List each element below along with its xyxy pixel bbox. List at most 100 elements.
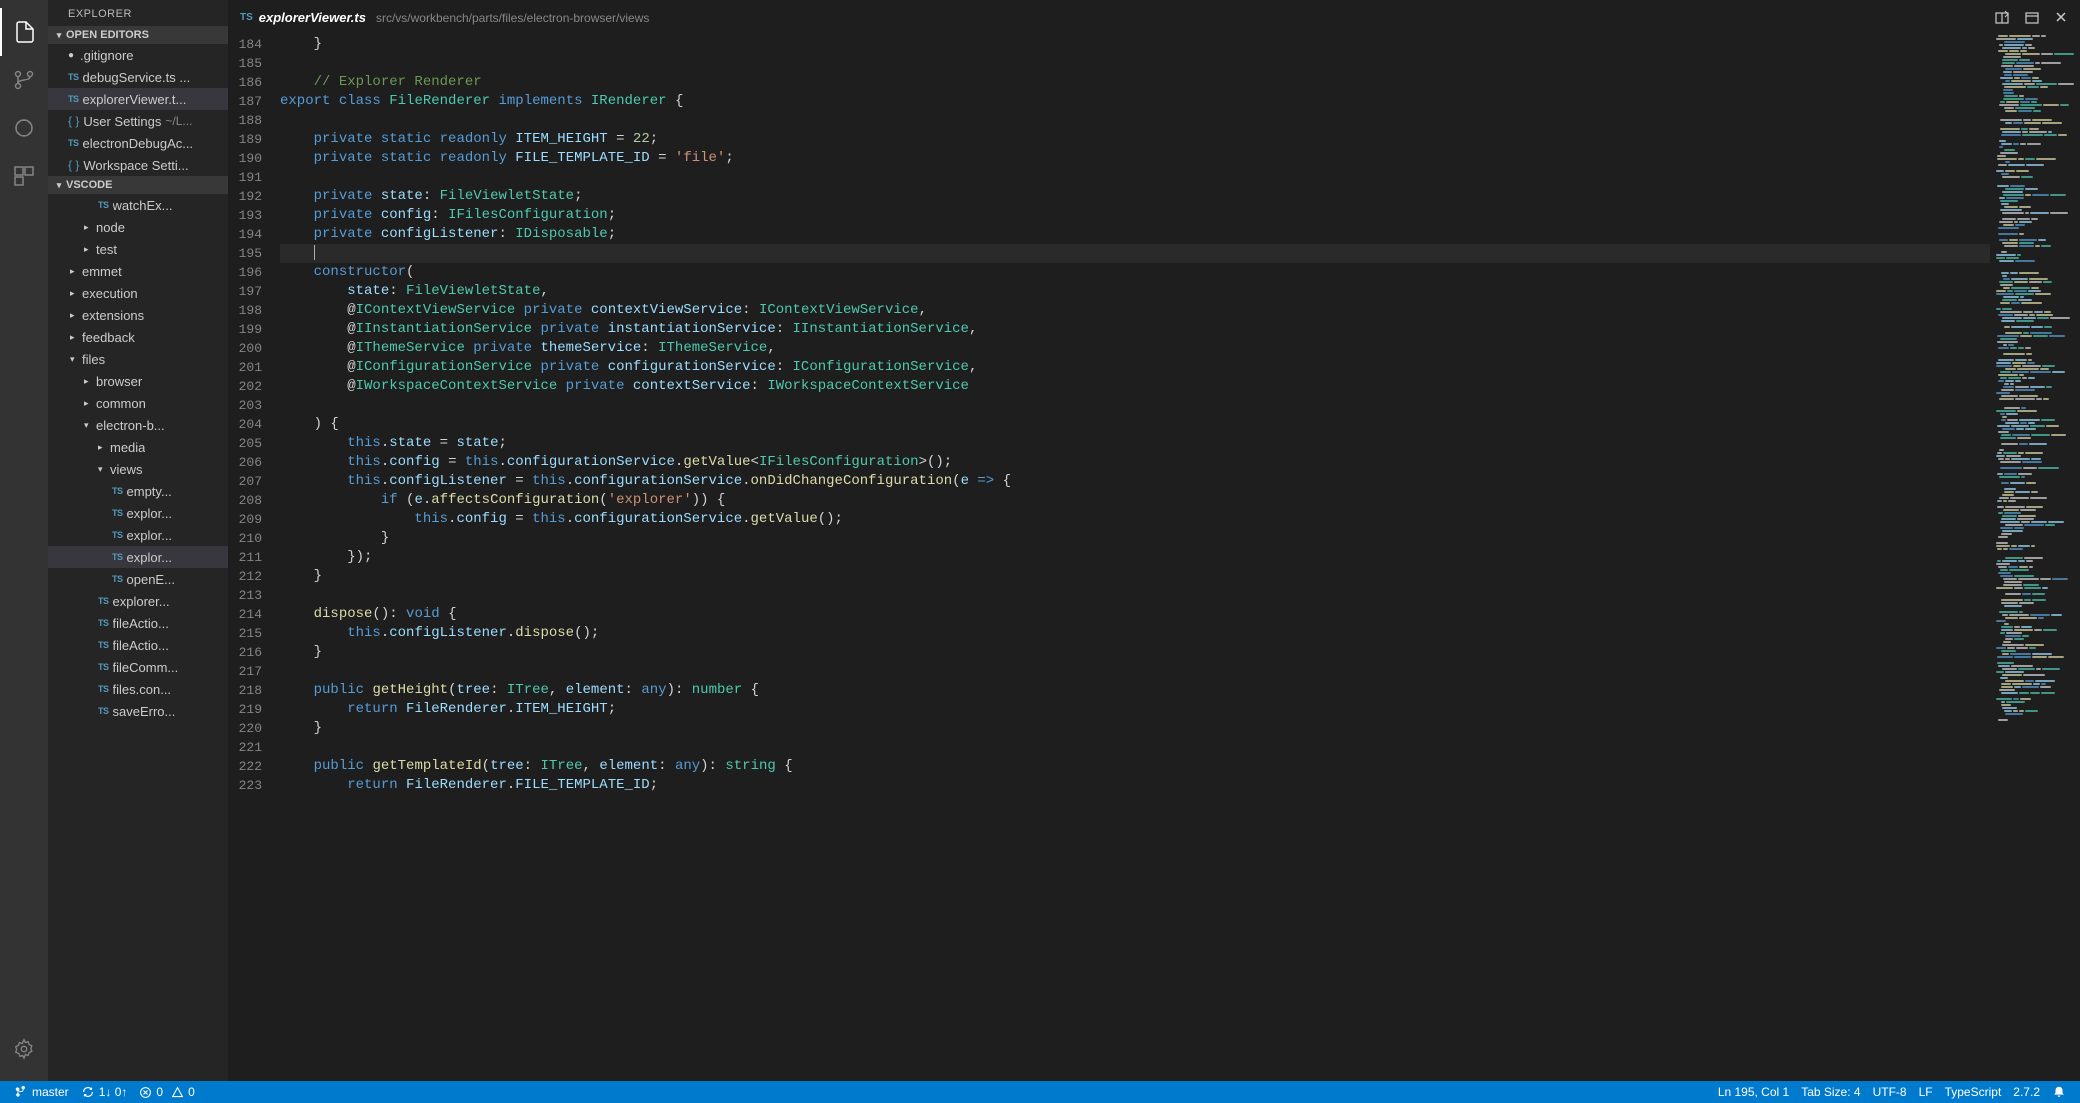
open-editor-item[interactable]: { }User Settings~/L... [48, 110, 228, 132]
status-sync[interactable]: 1↓ 0↑ [75, 1081, 134, 1103]
folder-item[interactable]: ▸emmet [48, 260, 228, 282]
tree-item-label: common [96, 396, 146, 411]
file-item[interactable]: TSwatchEx... [48, 194, 228, 216]
ts-icon: TS [112, 574, 123, 584]
file-item[interactable]: TS fileComm... [48, 656, 228, 678]
tree-item-label: explor... [127, 506, 173, 521]
status-line-col[interactable]: Ln 195, Col 1 [1712, 1085, 1795, 1099]
chevron-icon: ▸ [84, 244, 96, 255]
editor-tab-bar: TS explorerViewer.ts src/vs/workbench/pa… [228, 0, 2080, 35]
file-item[interactable]: TSexplor... [48, 502, 228, 524]
folder-item[interactable]: ▸test [48, 238, 228, 260]
tree-item-label: browser [96, 374, 142, 389]
file-item[interactable]: TS empty... [48, 480, 228, 502]
status-tab-size[interactable]: Tab Size: 4 [1795, 1085, 1866, 1099]
file-item[interactable]: TSexplor... [48, 546, 228, 568]
split-editor-icon[interactable] [1994, 10, 2010, 26]
activity-settings[interactable] [0, 1025, 48, 1073]
file-item[interactable]: TSsaveErro... [48, 700, 228, 722]
open-editor-item[interactable]: ●.gitignore [48, 44, 228, 66]
file-item[interactable]: TSexplor... [48, 524, 228, 546]
ts-icon: TS [98, 200, 109, 210]
activity-debug[interactable] [0, 104, 48, 152]
section-open-editors[interactable]: ▾ OPEN EDITORS [48, 26, 228, 44]
explorer-sidebar: EXPLORER ▾ OPEN EDITORS ●.gitignoreTSdeb… [48, 0, 228, 1081]
activity-explorer[interactable] [0, 8, 48, 56]
folder-item[interactable]: ▾files [48, 348, 228, 370]
tree-item-label: saveErro... [113, 704, 176, 719]
open-editor-item[interactable]: TSelectronDebugAc... [48, 132, 228, 154]
status-bar: master 1↓ 0↑ 0 0 Ln 195, Col 1 Tab Size:… [0, 1081, 2080, 1103]
extensions-icon [12, 164, 36, 188]
chevron-icon: ▸ [70, 332, 82, 343]
minimap[interactable] [1990, 35, 2080, 1081]
status-feedback[interactable] [2046, 1085, 2072, 1099]
tab-title[interactable]: explorerViewer.ts [259, 10, 366, 25]
status-errors[interactable]: 0 0 [133, 1081, 200, 1103]
file-item[interactable]: TSfileActio... [48, 634, 228, 656]
section-workspace[interactable]: ▾ VSCODE [48, 176, 228, 194]
layout-icon[interactable] [2024, 10, 2040, 26]
files-icon [13, 20, 37, 44]
file-tree: TSwatchEx...▸node▸test▸emmet▸execution▸e… [48, 194, 228, 1081]
code-content[interactable]: } // Explorer Rendererexport class FileR… [280, 35, 1990, 1081]
chevron-icon: ▸ [84, 376, 96, 387]
open-editor-item[interactable]: { }Workspace Setti... [48, 154, 228, 176]
tree-item-label: fileActio... [113, 616, 169, 631]
file-item[interactable]: TS fileActio... [48, 612, 228, 634]
ts-icon: TS [98, 596, 109, 606]
bell-icon [2052, 1085, 2066, 1099]
tree-item-label: files [82, 352, 105, 367]
ts-icon: TS [68, 72, 79, 82]
gear-icon [13, 1038, 35, 1060]
tree-item-label: media [110, 440, 145, 455]
editor-item-label: debugService.ts ... [83, 70, 191, 85]
line-gutter: 1841851861871881891901911921931941951961… [228, 35, 280, 1081]
tree-item-label: explorer... [113, 594, 170, 609]
tree-item-label: fileComm... [113, 660, 179, 675]
error-icon [139, 1086, 152, 1099]
tree-item-label: files.con... [113, 682, 172, 697]
warning-icon [171, 1086, 184, 1099]
file-item[interactable]: TS files.con... [48, 678, 228, 700]
ts-icon: TS [112, 552, 123, 562]
branch-icon [14, 1085, 28, 1099]
tab-path: src/vs/workbench/parts/files/electron-br… [376, 11, 649, 25]
folder-item[interactable]: ▸media [48, 436, 228, 458]
file-item[interactable]: TS explorer... [48, 590, 228, 612]
chevron-down-icon: ▾ [52, 30, 66, 41]
folder-item[interactable]: ▾electron-b... [48, 414, 228, 436]
status-language[interactable]: TypeScript [1939, 1085, 2008, 1099]
ts-icon: TS [98, 618, 109, 628]
status-eol[interactable]: LF [1913, 1085, 1939, 1099]
status-encoding[interactable]: UTF-8 [1867, 1085, 1913, 1099]
chevron-icon: ▸ [70, 288, 82, 299]
activity-extensions[interactable] [0, 152, 48, 200]
folder-item[interactable]: ▸common [48, 392, 228, 414]
folder-item[interactable]: ▸execution [48, 282, 228, 304]
chevron-icon: ▸ [84, 398, 96, 409]
tree-item-label: views [110, 462, 143, 477]
folder-item[interactable]: ▸browser [48, 370, 228, 392]
ts-icon: TS [112, 486, 123, 496]
ts-icon: TS [68, 94, 79, 104]
activity-scm[interactable] [0, 56, 48, 104]
tree-item-label: emmet [82, 264, 122, 279]
ts-icon: TS [98, 684, 109, 694]
ts-icon: TS [98, 640, 109, 650]
status-ts-version[interactable]: 2.7.2 [2007, 1085, 2046, 1099]
open-editor-item[interactable]: TSexplorerViewer.t... [48, 88, 228, 110]
folder-item[interactable]: ▸node [48, 216, 228, 238]
folder-item[interactable]: ▸feedback [48, 326, 228, 348]
folder-item[interactable]: ▾views [48, 458, 228, 480]
file-item[interactable]: TSopenE... [48, 568, 228, 590]
folder-item[interactable]: ▸extensions [48, 304, 228, 326]
ts-icon: TS [98, 662, 109, 672]
close-icon[interactable] [2054, 10, 2068, 26]
tree-item-label: electron-b... [96, 418, 165, 433]
open-editor-item[interactable]: TS debugService.ts ... [48, 66, 228, 88]
tree-item-label: empty... [127, 484, 172, 499]
status-branch[interactable]: master [8, 1081, 75, 1103]
sync-icon [81, 1085, 95, 1099]
tree-item-label: explor... [127, 528, 173, 543]
